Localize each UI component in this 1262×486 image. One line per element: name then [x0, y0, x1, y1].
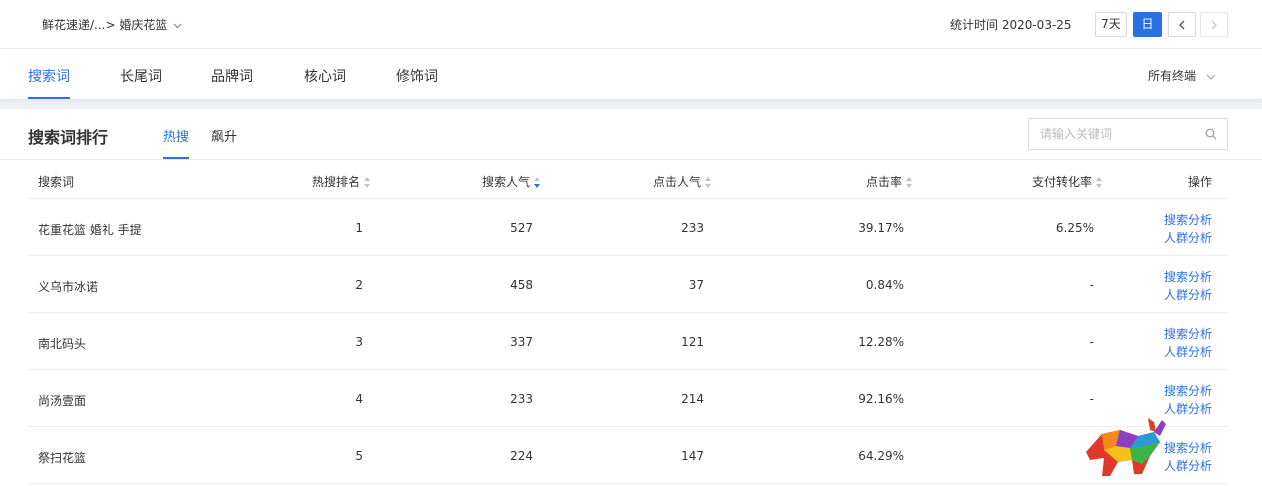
search-analysis-link[interactable]: 搜索分析: [1164, 382, 1212, 400]
panel-title: 搜索词排行: [28, 128, 109, 147]
cell-rank: 5: [355, 449, 363, 463]
cell-rank: 2: [355, 278, 363, 292]
cell-conv: -: [1089, 335, 1094, 349]
cell-ctr: 0.84%: [865, 278, 904, 292]
chevron-left-icon: [1178, 19, 1186, 34]
cell-rank: 3: [355, 335, 363, 349]
cell-ctr: 92.16%: [858, 392, 904, 406]
col-header-conv[interactable]: 支付转化率: [1032, 173, 1103, 190]
tab-core[interactable]: 核心词: [304, 66, 346, 99]
row-ops: 搜索分析 人群分析: [1164, 268, 1212, 304]
table-row: 祭扫花篮 5 224 147 64.29% - 搜索分析 人群分析: [28, 427, 1228, 484]
sort-icon: [1096, 176, 1103, 189]
cell-conv: 6.25%: [1055, 221, 1094, 235]
watermark-logo: [1080, 412, 1260, 486]
col-header-rank-label: 热搜排名: [312, 175, 361, 189]
chevron-down-icon: [1206, 69, 1216, 83]
cell-click: 121: [681, 335, 704, 349]
range-7day-button[interactable]: 7天: [1095, 12, 1127, 37]
row-ops: 搜索分析 人群分析: [1164, 325, 1212, 361]
prev-date-button[interactable]: [1168, 12, 1196, 37]
col-header-ops: 操作: [1188, 175, 1213, 189]
cell-rank: 1: [355, 221, 363, 235]
row-ops: 搜索分析 人群分析: [1164, 211, 1212, 247]
cell-search: 337: [510, 335, 533, 349]
cell-click: 147: [681, 449, 704, 463]
cell-ctr: 12.28%: [858, 335, 904, 349]
search-analysis-link[interactable]: 搜索分析: [1164, 268, 1212, 286]
subtab-rising[interactable]: 飙升: [211, 126, 237, 159]
cell-click: 214: [681, 392, 704, 406]
cell-search: 527: [510, 221, 533, 235]
cell-click: 37: [688, 278, 704, 292]
cell-conv: -: [1089, 278, 1094, 292]
table-row: 义乌市冰诺 2 458 37 0.84% - 搜索分析 人群分析: [28, 256, 1228, 313]
search-analysis-link[interactable]: 搜索分析: [1164, 325, 1212, 343]
cell-search: 458: [510, 278, 533, 292]
cell-click: 233: [681, 221, 704, 235]
table-row: 南北码头 3 337 121 12.28% - 搜索分析 人群分析: [28, 313, 1228, 370]
sort-icon: [906, 176, 913, 189]
tab-bar: 搜索词 长尾词 品牌词 核心词 修饰词 所有终端: [0, 49, 1262, 99]
top-bar: 鲜花速递/...> 婚庆花篮 统计时间 2020-03-25 7天 日: [0, 0, 1262, 49]
panel-divider: [0, 159, 1262, 160]
table-row: 花重花篮 婚礼 手提 1 527 233 39.17% 6.25% 搜索分析 人…: [28, 199, 1228, 256]
tab-brand[interactable]: 品牌词: [211, 66, 253, 99]
search-analysis-link[interactable]: 搜索分析: [1164, 211, 1212, 229]
keyword-search-input[interactable]: [1040, 127, 1200, 141]
cell-rank: 4: [355, 392, 363, 406]
subtab-hot[interactable]: 热搜: [163, 126, 190, 159]
cell-word: 花重花篮 婚礼 手提: [38, 223, 142, 237]
range-day-button[interactable]: 日: [1133, 12, 1162, 37]
next-date-button[interactable]: [1200, 12, 1228, 37]
crowd-analysis-link[interactable]: 人群分析: [1164, 286, 1212, 304]
col-header-word: 搜索词: [38, 175, 75, 189]
stat-time: 统计时间 2020-03-25: [950, 18, 1072, 32]
crowd-analysis-link[interactable]: 人群分析: [1164, 229, 1212, 247]
cell-ctr: 64.29%: [858, 449, 904, 463]
cell-search: 233: [510, 392, 533, 406]
breadcrumb[interactable]: 鲜花速递/...> 婚庆花篮: [42, 16, 182, 33]
crowd-analysis-link[interactable]: 人群分析: [1164, 343, 1212, 361]
col-header-click[interactable]: 点击人气: [653, 173, 712, 190]
terminal-select[interactable]: 所有终端: [1148, 67, 1216, 84]
sort-desc-icon: [534, 176, 541, 189]
tab-modifier[interactable]: 修饰词: [396, 66, 438, 99]
terminal-label: 所有终端: [1148, 69, 1197, 83]
breadcrumb-text: 鲜花速递/...> 婚庆花篮: [42, 18, 168, 32]
tab-long-tail[interactable]: 长尾词: [120, 66, 162, 99]
col-header-ctr[interactable]: 点击率: [866, 173, 913, 190]
keyword-search: [1028, 118, 1228, 150]
cell-word: 祭扫花篮: [38, 451, 87, 465]
ranking-panel: 搜索词排行 热搜 飙升 搜索词 热搜排名 搜索人气 点击人气 点击率 支付转化率…: [0, 109, 1262, 486]
col-header-rank[interactable]: 热搜排名: [312, 173, 371, 190]
search-icon[interactable]: [1205, 128, 1217, 143]
cell-ctr: 39.17%: [858, 221, 904, 235]
cell-word: 尚汤壹面: [38, 394, 87, 408]
col-header-conv-label: 支付转化率: [1032, 175, 1093, 189]
table-row: 尚汤壹面 4 233 214 92.16% - 搜索分析 人群分析: [28, 370, 1228, 427]
chevron-right-icon: [1210, 19, 1218, 34]
col-header-click-label: 点击人气: [653, 175, 702, 189]
col-header-search[interactable]: 搜索人气: [482, 173, 541, 190]
sort-icon: [364, 176, 371, 189]
chevron-down-icon: [173, 18, 182, 32]
sort-icon: [705, 176, 712, 189]
cell-search: 224: [510, 449, 533, 463]
cell-conv: -: [1089, 392, 1094, 406]
col-header-search-label: 搜索人气: [482, 175, 531, 189]
tab-search-words[interactable]: 搜索词: [28, 66, 70, 99]
cell-word: 南北码头: [38, 337, 87, 351]
col-header-ctr-label: 点击率: [866, 175, 903, 189]
cell-word: 义乌市冰诺: [38, 280, 99, 294]
